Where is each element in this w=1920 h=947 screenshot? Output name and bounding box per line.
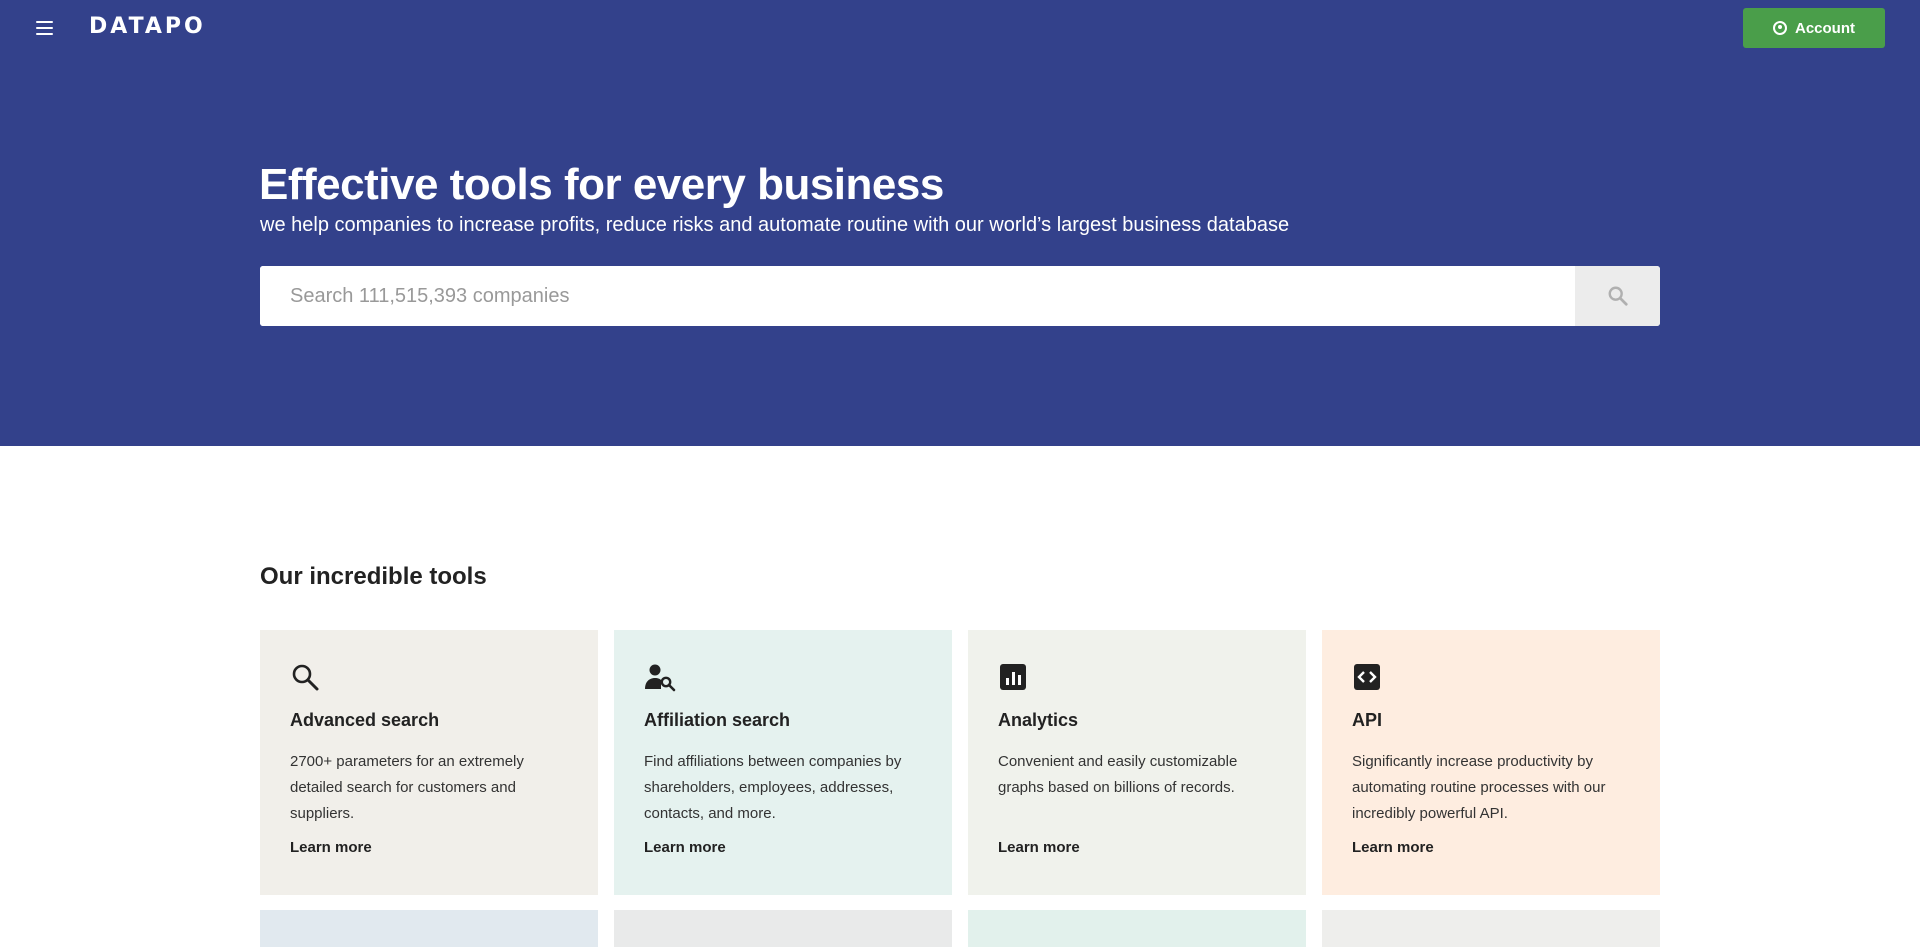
logo[interactable]: DATAPO xyxy=(89,14,206,39)
tool-card-next-2 xyxy=(614,910,952,947)
account-label: Account xyxy=(1795,19,1855,37)
analytics-icon xyxy=(998,662,1028,692)
account-button[interactable]: Account xyxy=(1743,8,1885,48)
card-title: Analytics xyxy=(998,710,1079,730)
search-icon xyxy=(290,662,320,692)
card-description: 2700+ parameters for an extremely detail… xyxy=(290,753,524,822)
card-description: Convenient and easily customizable graph… xyxy=(998,753,1238,796)
card-title: Advanced search xyxy=(290,710,440,730)
card-title: API xyxy=(1352,710,1383,730)
search-button[interactable] xyxy=(1575,266,1660,326)
company-search-bar xyxy=(260,266,1660,326)
learn-more-link[interactable]: Learn more xyxy=(998,839,1276,856)
top-navbar: DATAPO Account xyxy=(0,0,1920,56)
card-description: Find affiliations between companies by s… xyxy=(644,753,902,822)
search-icon xyxy=(1608,286,1628,306)
tool-card-analytics: Analytics Convenient and easily customiz… xyxy=(968,630,1306,895)
tool-card-next-4 xyxy=(1322,910,1660,947)
company-search-input[interactable] xyxy=(260,266,1575,326)
tool-card-advanced-search: Advanced search 2700+ parameters for an … xyxy=(260,630,598,895)
code-icon xyxy=(1352,662,1382,692)
tool-card-next-3 xyxy=(968,910,1306,947)
card-title: Affiliation search xyxy=(644,710,791,730)
tool-card-affiliation-search: Affiliation search Find affiliations bet… xyxy=(614,630,952,895)
learn-more-link[interactable]: Learn more xyxy=(290,839,568,856)
menu-icon[interactable] xyxy=(34,18,56,38)
learn-more-link[interactable]: Learn more xyxy=(644,839,922,856)
tool-card-next-1 xyxy=(260,910,598,947)
learn-more-link[interactable]: Learn more xyxy=(1352,839,1630,856)
account-circle-icon xyxy=(1773,21,1787,35)
hero-subtitle: we help companies to increase profits, r… xyxy=(260,214,1290,236)
person-search-icon xyxy=(644,662,676,692)
hero-section: DATAPO Account Effective tools for every… xyxy=(0,0,1920,446)
tool-card-api: API Significantly increase productivity … xyxy=(1322,630,1660,895)
card-description: Significantly increase productivity by a… xyxy=(1352,753,1606,822)
hero-title: Effective tools for every business xyxy=(259,160,944,209)
tools-section-title: Our incredible tools xyxy=(260,563,487,590)
